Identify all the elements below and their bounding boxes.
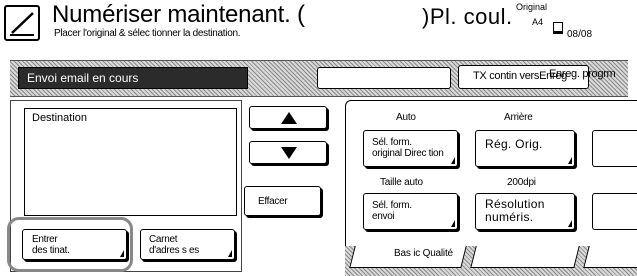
- status-field: [317, 67, 451, 89]
- send-format-button[interactable]: Sél. form. envoi: [363, 193, 458, 230]
- color-mode-label: )Pl. coul.: [422, 4, 513, 29]
- scan-resolution-label-line2: numéris.: [485, 210, 534, 224]
- original-format-label-line2: original Direc tion: [372, 148, 444, 159]
- enter-destination-label-line2: des tinat.: [32, 245, 70, 256]
- corner-triangle-icon: [451, 220, 455, 227]
- tab-second[interactable]: [470, 246, 580, 268]
- corner-triangle-icon: [568, 220, 572, 227]
- scroll-up-button[interactable]: [249, 106, 327, 129]
- original-format-button[interactable]: Sél. form. original Direc tion: [363, 130, 458, 167]
- send-format-label-line1: Sél. form.: [372, 200, 412, 211]
- corner-triangle-icon: [228, 250, 232, 257]
- program-register-label: Enreg. progrm: [549, 68, 616, 80]
- clear-button[interactable]: Effacer: [244, 186, 321, 216]
- scan-resolution-button[interactable]: Résolution numéris.: [475, 193, 575, 230]
- address-book-button[interactable]: Carnet d'adres s es: [140, 229, 235, 260]
- original-settings-label: Rég. Orig.: [485, 137, 543, 151]
- destination-label: Destination: [32, 112, 88, 124]
- status-message: Envoi email en cours: [18, 67, 248, 89]
- corner-triangle-icon: [120, 250, 124, 257]
- page-count: 08/08: [567, 29, 593, 40]
- original-settings-button[interactable]: Rég. Orig.: [475, 130, 575, 167]
- scroll-down-button[interactable]: [249, 141, 327, 164]
- tab-basic-quality-label: Bas ic Qualité: [394, 248, 453, 259]
- clear-button-label: Effacer: [258, 196, 288, 207]
- paper-icon: [553, 22, 563, 34]
- more-settings-button-top[interactable]: [592, 130, 637, 167]
- address-book-label-line1: Carnet: [149, 234, 178, 245]
- orientation-value: Auto: [396, 112, 416, 123]
- enter-destination-button[interactable]: Entrer des tinat.: [22, 229, 127, 260]
- enter-destination-label-line1: Entrer: [32, 234, 58, 245]
- send-format-label-line2: envoi: [372, 211, 395, 222]
- edit-icon: [4, 5, 40, 41]
- send-size-value: Taille auto: [380, 177, 423, 188]
- corner-triangle-icon: [568, 157, 572, 164]
- original-format-label-line1: Sél. form.: [372, 137, 412, 148]
- arrow-down-icon: [281, 147, 297, 159]
- corner-triangle-icon: [451, 157, 455, 164]
- address-book-label-line2: d'adres s es: [149, 245, 200, 256]
- page-subtitle: Placer l'original & sélec tionner la des…: [54, 28, 241, 39]
- tab-third[interactable]: [583, 246, 637, 268]
- original-label: Original: [516, 2, 548, 12]
- original-size: A4: [532, 17, 544, 27]
- arrow-up-icon: [281, 112, 297, 124]
- more-settings-button-bottom[interactable]: [592, 193, 637, 230]
- orig-setting-value: Arrière: [504, 112, 533, 123]
- page-title: Numériser maintenant. (: [52, 1, 305, 28]
- resolution-value: 200dpi: [507, 177, 536, 188]
- destination-list[interactable]: [24, 108, 237, 216]
